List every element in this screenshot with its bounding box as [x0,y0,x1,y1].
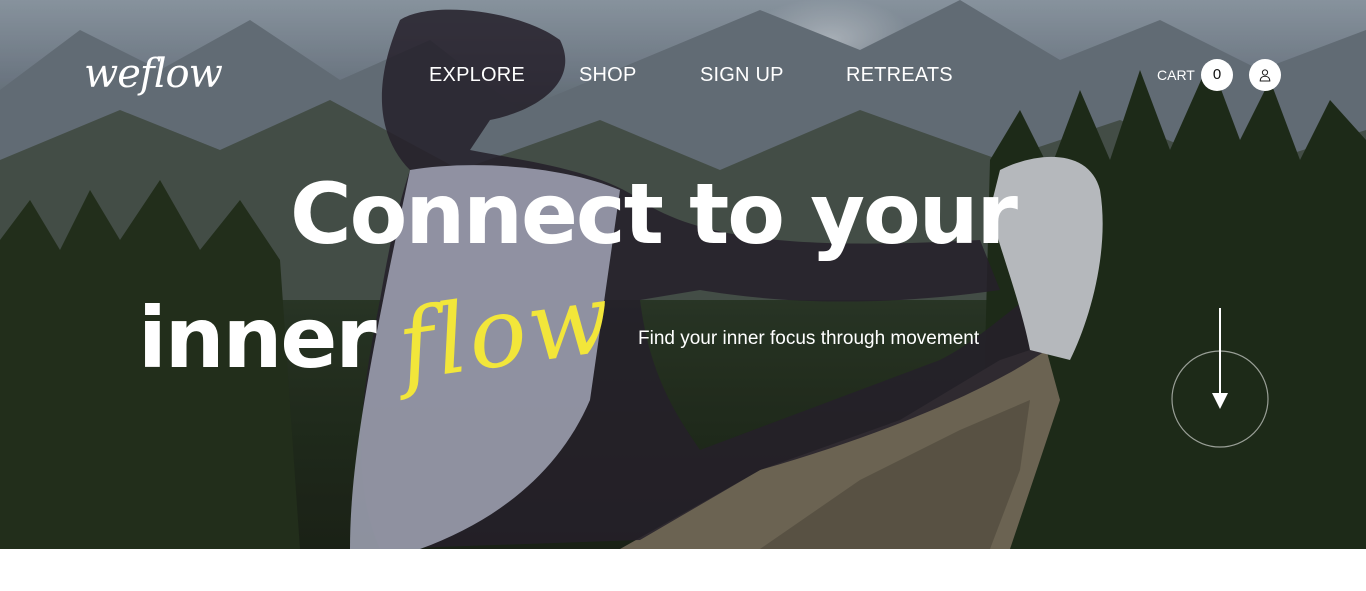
hero-headline-line-2: inner [138,289,377,387]
nav-item-retreats[interactable]: RETREATS [846,62,953,88]
hero-section: weflow EXPLORE SHOP SIGN UP RETREATS CAR… [0,0,1366,549]
cart-label[interactable]: CART [1157,66,1195,84]
hero-tagline: Find your inner focus through movement [638,328,980,349]
nav-item-sign-up[interactable]: SIGN UP [700,62,784,88]
nav-item-shop[interactable]: SHOP [579,62,636,88]
user-icon [1259,69,1271,82]
scroll-down-button[interactable] [1170,305,1270,450]
nav-item-explore[interactable]: EXPLORE [429,62,525,88]
account-button[interactable] [1249,59,1281,91]
arrow-down-icon [1212,308,1228,409]
hero-headline-accent: flow [391,261,619,403]
cart-count-badge[interactable]: 0 [1201,59,1233,91]
hero-headline-line-1: Connect to your [290,165,1018,263]
